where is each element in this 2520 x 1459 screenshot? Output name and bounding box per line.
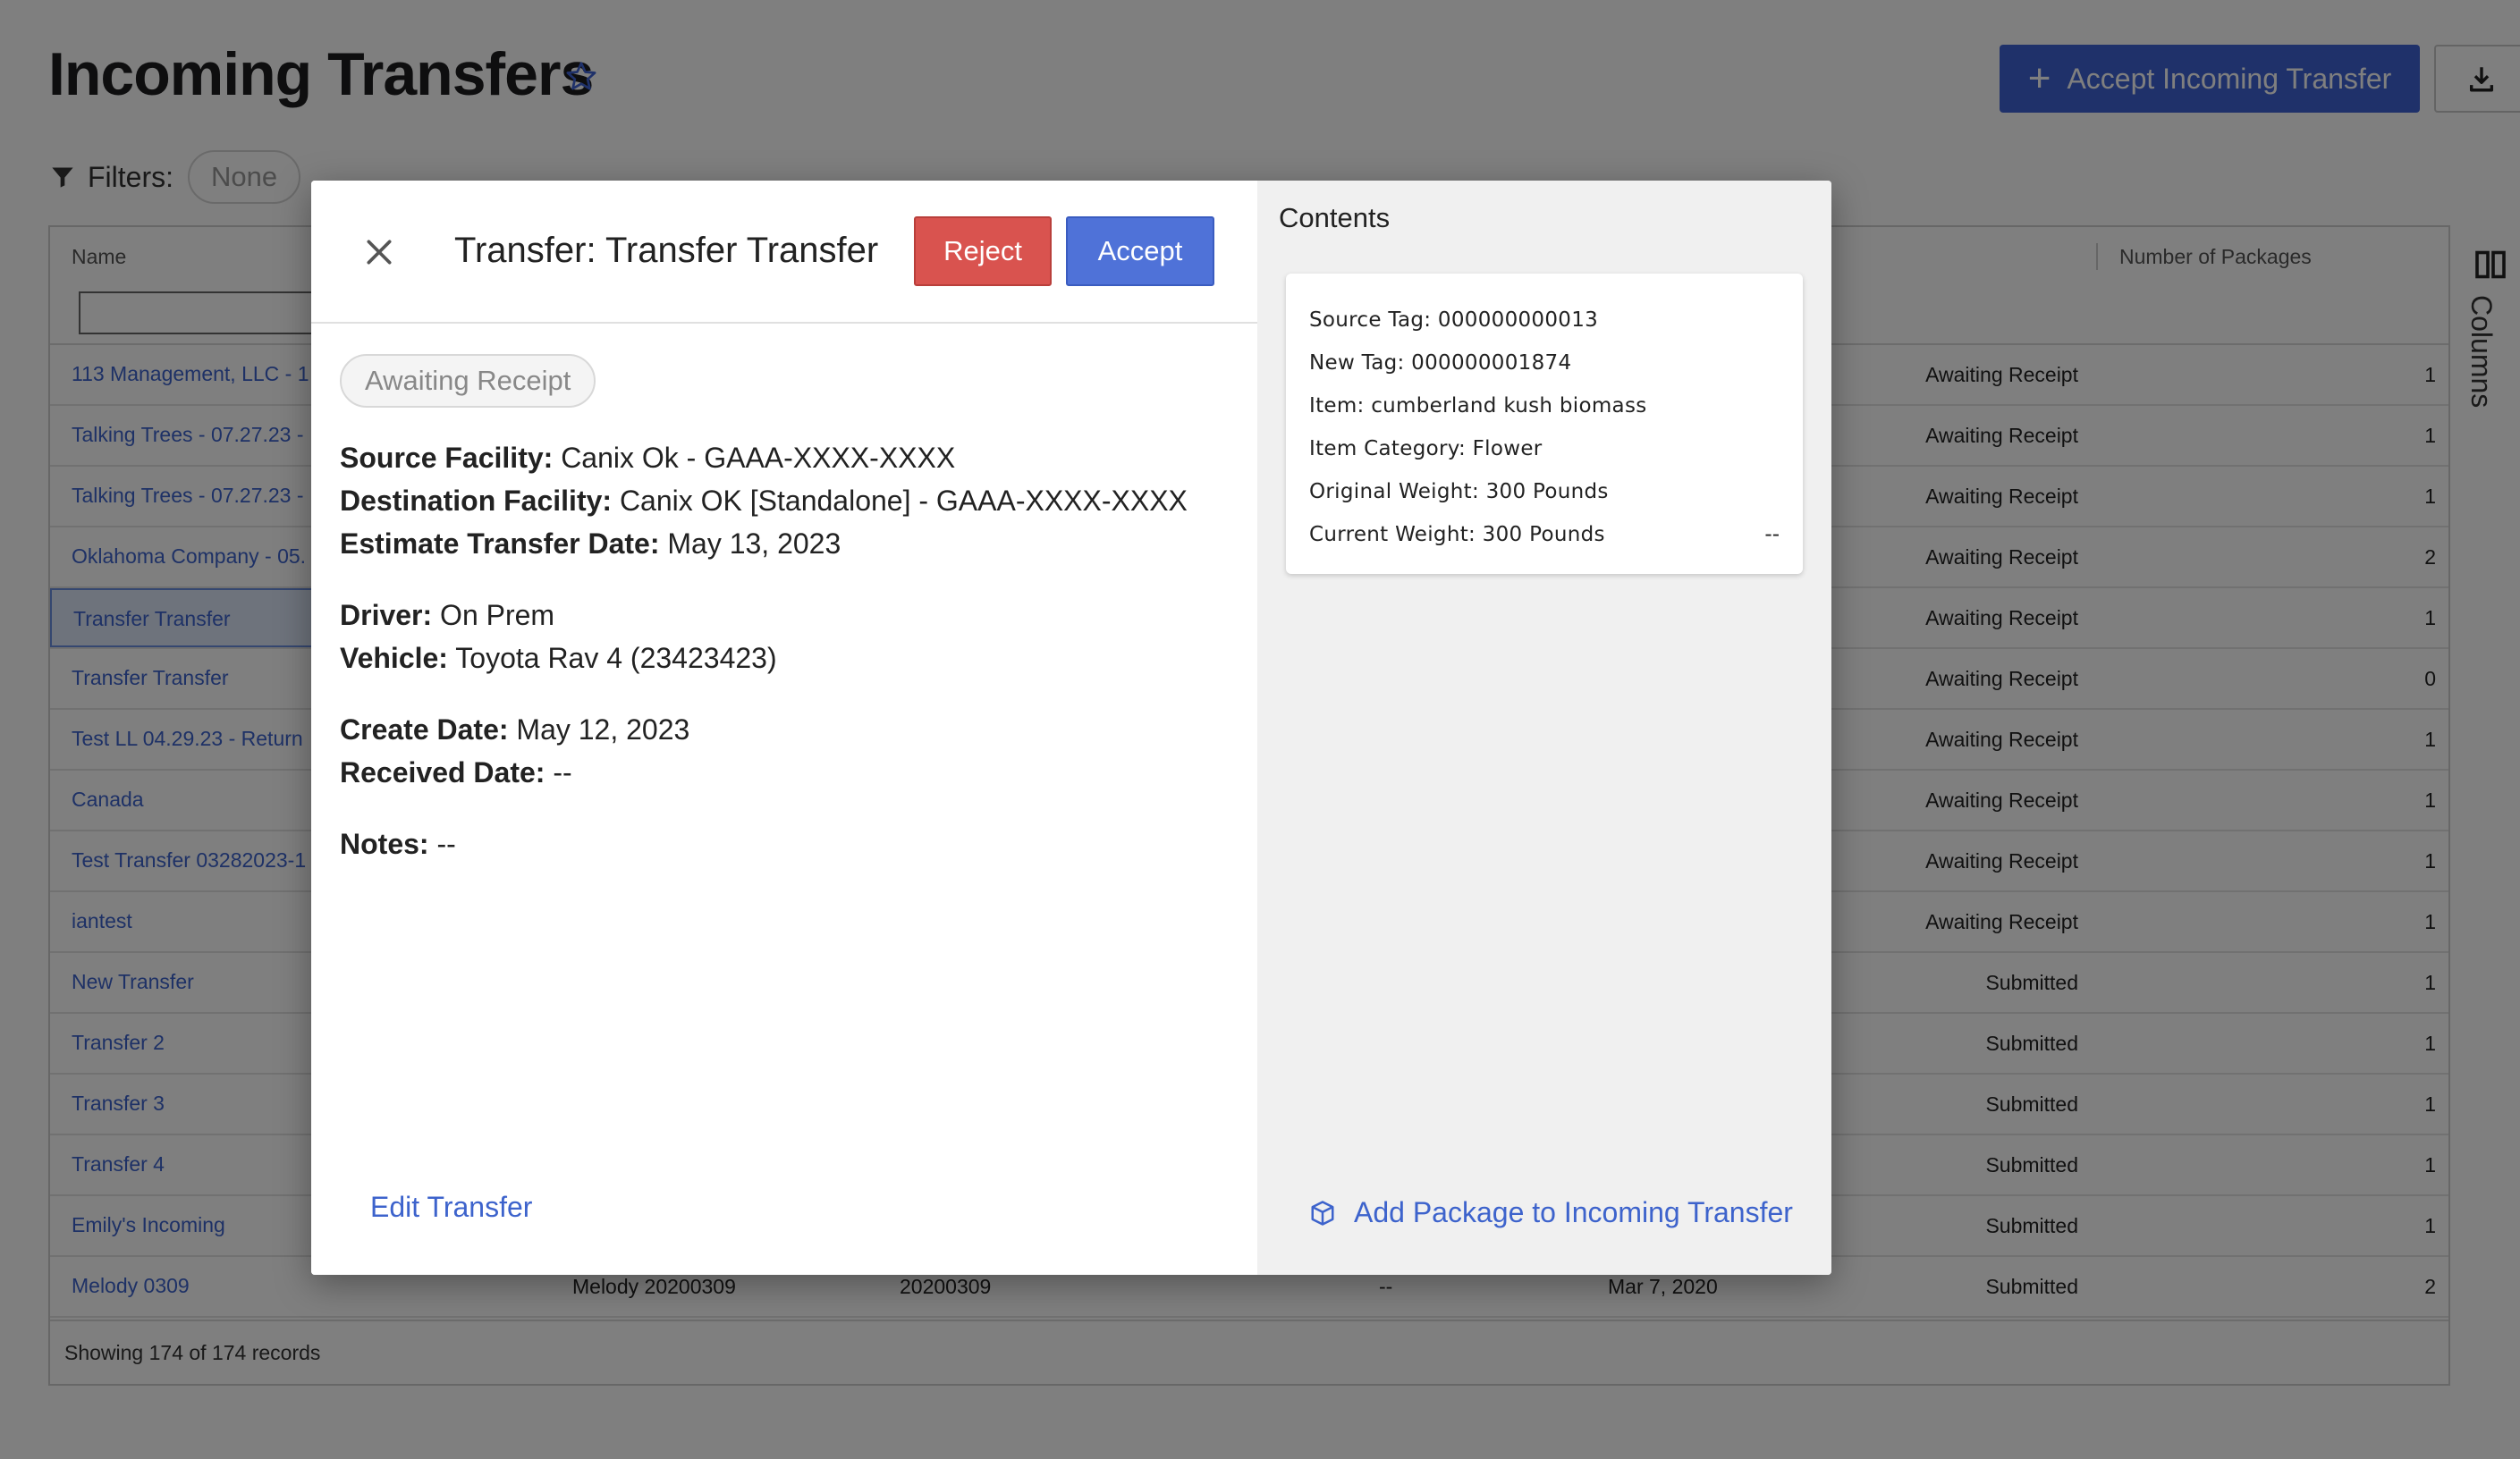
estimate-date-value: May 13, 2023 xyxy=(667,527,841,560)
package-card[interactable]: Source Tag: 000000000013 New Tag: 000000… xyxy=(1286,274,1803,574)
dialog-title: Transfer: Transfer Transfer xyxy=(454,231,879,270)
estimate-date-row: Estimate Transfer Date: May 13, 2023 xyxy=(340,522,1188,565)
package-original-weight: Original Weight: 300 Pounds xyxy=(1309,480,1609,503)
notes-value: -- xyxy=(436,828,456,860)
status-badge: Awaiting Receipt xyxy=(340,354,596,408)
create-date-value: May 12, 2023 xyxy=(516,713,690,746)
driver-row: Driver: On Prem xyxy=(340,594,1188,637)
notes-row: Notes: -- xyxy=(340,822,1188,865)
destination-facility-label: Destination Facility: xyxy=(340,485,613,517)
add-package-label: Add Package to Incoming Transfer xyxy=(1354,1196,1793,1228)
source-facility-label: Source Facility: xyxy=(340,442,554,474)
create-date-row: Create Date: May 12, 2023 xyxy=(340,708,1188,751)
dialog-header: Transfer: Transfer Transfer Reject Accep… xyxy=(311,181,1257,324)
transfer-dialog: Transfer: Transfer Transfer Reject Accep… xyxy=(311,181,1831,1275)
vehicle-row: Vehicle: Toyota Rav 4 (23423423) xyxy=(340,637,1188,679)
notes-label: Notes: xyxy=(340,828,429,860)
vehicle-value: Toyota Rav 4 (23423423) xyxy=(455,642,777,674)
transfer-details-pane: Transfer: Transfer Transfer Reject Accep… xyxy=(311,181,1257,1275)
contents-title: Contents xyxy=(1279,202,1391,233)
package-new-tag: New Tag: 000000001874 xyxy=(1309,351,1572,375)
accept-button[interactable]: Accept xyxy=(1066,216,1214,286)
edit-transfer-link[interactable]: Edit Transfer xyxy=(370,1191,532,1224)
package-item: Item: cumberland kush biomass xyxy=(1309,394,1647,417)
create-date-label: Create Date: xyxy=(340,713,509,746)
destination-facility-row: Destination Facility: Canix OK [Standalo… xyxy=(340,479,1188,522)
close-icon[interactable] xyxy=(361,234,397,270)
package-source-tag: Source Tag: 000000000013 xyxy=(1309,308,1599,332)
contents-pane: Contents Source Tag: 000000000013 New Ta… xyxy=(1257,181,1831,1275)
package-category: Item Category: Flower xyxy=(1309,437,1543,460)
received-date-value: -- xyxy=(553,756,572,789)
add-package-button[interactable]: Add Package to Incoming Transfer xyxy=(1309,1196,1793,1229)
source-facility-row: Source Facility: Canix Ok - GAAA-XXXX-XX… xyxy=(340,436,1188,479)
package-current-weight: Current Weight: 300 Pounds xyxy=(1309,523,1605,546)
transfer-details: Source Facility: Canix Ok - GAAA-XXXX-XX… xyxy=(340,436,1188,865)
reject-button[interactable]: Reject xyxy=(914,216,1052,286)
package-trailing-value: -- xyxy=(1764,523,1780,546)
received-date-label: Received Date: xyxy=(340,756,545,789)
source-facility-value: Canix Ok - GAAA-XXXX-XXXX xyxy=(561,442,956,474)
driver-value: On Prem xyxy=(440,599,555,631)
received-date-row: Received Date: -- xyxy=(340,751,1188,794)
driver-label: Driver: xyxy=(340,599,433,631)
estimate-date-label: Estimate Transfer Date: xyxy=(340,527,660,560)
destination-facility-value: Canix OK [Standalone] - GAAA-XXXX-XXXX xyxy=(619,485,1188,517)
package-icon xyxy=(1311,1200,1334,1226)
vehicle-label: Vehicle: xyxy=(340,642,448,674)
